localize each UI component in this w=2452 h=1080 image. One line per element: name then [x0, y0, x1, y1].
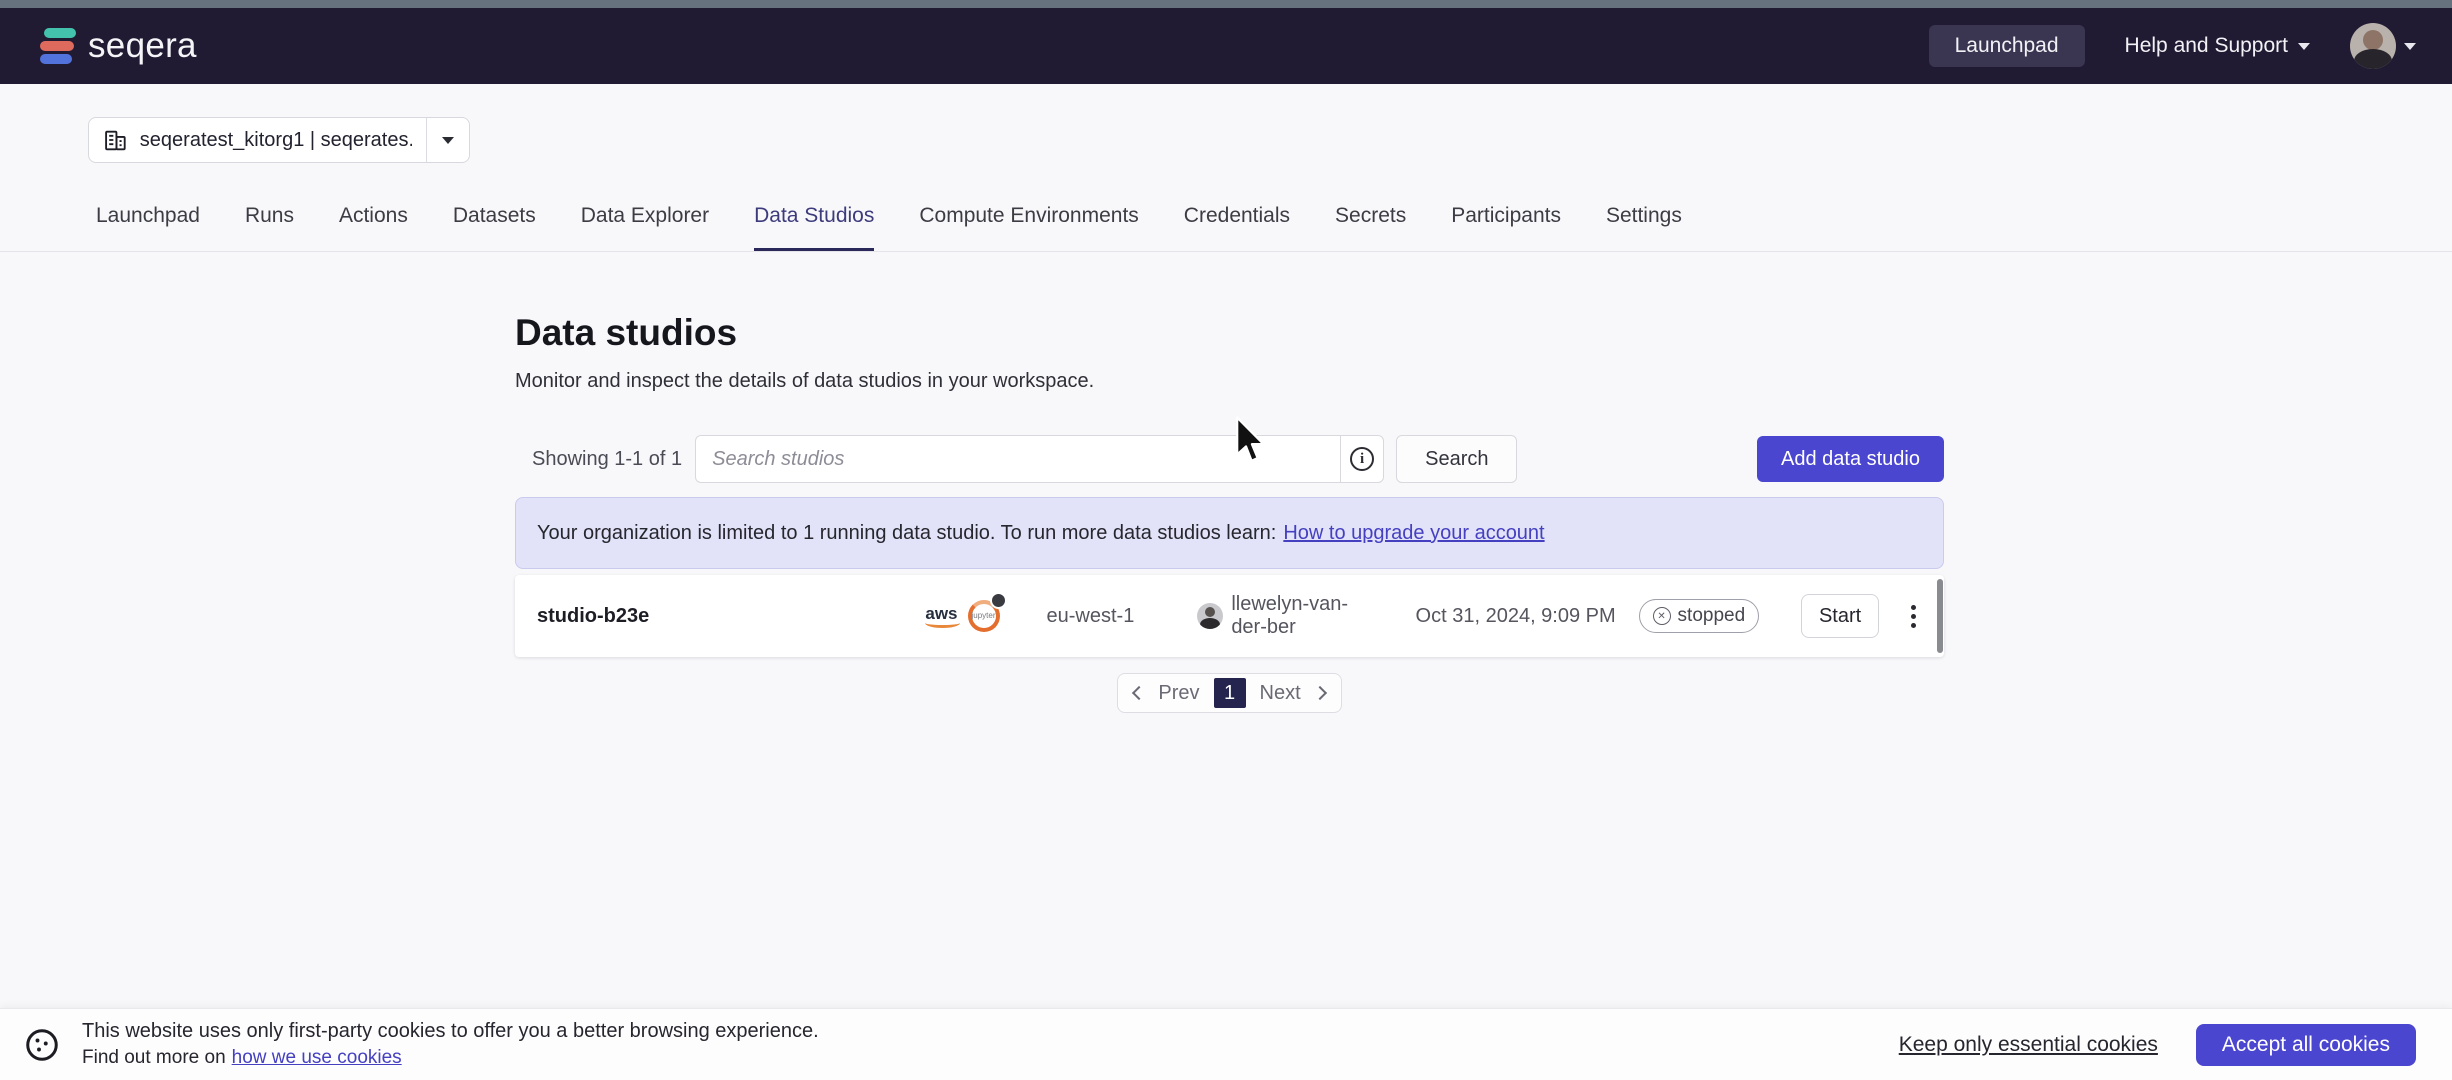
tab-data-explorer[interactable]: Data Explorer: [581, 204, 709, 251]
tab-data-studios[interactable]: Data Studios: [754, 204, 874, 251]
chevron-left-icon[interactable]: [1132, 686, 1146, 700]
chevron-right-icon[interactable]: [1313, 686, 1327, 700]
pagination-prev[interactable]: Prev: [1158, 682, 1199, 705]
tab-settings[interactable]: Settings: [1606, 204, 1682, 251]
launchpad-button[interactable]: Launchpad: [1929, 25, 2085, 67]
aws-icon: aws: [925, 605, 957, 628]
jupyter-icon: jupyter: [966, 598, 1002, 634]
upgrade-account-link[interactable]: How to upgrade your account: [1283, 522, 1544, 545]
studio-provider-icons: aws jupyter: [925, 598, 1001, 634]
studio-name[interactable]: studio-b23e: [537, 605, 925, 628]
limit-banner-text: Your organization is limited to 1 runnin…: [537, 522, 1276, 545]
pagination-current-page[interactable]: 1: [1214, 678, 1246, 708]
status-badge: ✕ stopped: [1639, 599, 1760, 633]
page-subtitle: Monitor and inspect the details of data …: [515, 370, 1944, 393]
tab-launchpad[interactable]: Launchpad: [96, 204, 200, 251]
studio-region: eu-west-1: [1047, 605, 1160, 628]
jupyter-version-badge: [990, 592, 1007, 609]
pagination-next[interactable]: Next: [1260, 682, 1301, 705]
help-and-support-label: Help and Support: [2125, 34, 2288, 58]
workspace-selector-label: seqeratest_kitorg1 | seqerates...: [140, 129, 412, 152]
cookie-message: This website uses only first-party cooki…: [82, 1020, 819, 1043]
search-info-button[interactable]: i: [1340, 435, 1384, 483]
help-and-support-menu[interactable]: Help and Support: [2125, 34, 2310, 58]
avatar: [2350, 23, 2396, 69]
tab-credentials[interactable]: Credentials: [1184, 204, 1290, 251]
cookie-icon: [24, 1027, 60, 1063]
seqera-logo[interactable]: seqera: [40, 23, 197, 69]
cookie-policy-link[interactable]: how we use cookies: [232, 1047, 402, 1068]
table-scrollbar[interactable]: [1937, 579, 1943, 653]
tab-compute-environments[interactable]: Compute Environments: [919, 204, 1138, 251]
start-button[interactable]: Start: [1801, 594, 1879, 638]
row-menu-button[interactable]: [1905, 599, 1922, 634]
cookie-banner: This website uses only first-party cooki…: [0, 1008, 2452, 1080]
studio-date: Oct 31, 2024, 9:09 PM: [1416, 605, 1601, 628]
page-title: Data studios: [515, 312, 1944, 354]
search-button[interactable]: Search: [1396, 435, 1517, 483]
search-group: i: [695, 435, 1384, 483]
brand-name: seqera: [88, 26, 197, 66]
workspace-tabbar: Launchpad Runs Actions Datasets Data Exp…: [0, 196, 2452, 252]
showing-count: Showing 1-1 of 1: [532, 448, 682, 471]
pagination: Prev 1 Next: [1117, 673, 1341, 713]
keep-essential-cookies-link[interactable]: Keep only essential cookies: [1899, 1033, 2158, 1057]
list-controls: Showing 1-1 of 1 i Search Add data studi…: [515, 435, 1944, 483]
top-navbar: seqera Launchpad Help and Support: [0, 8, 2452, 84]
table-row[interactable]: studio-b23e aws jupyter eu-west-1 llewel…: [515, 575, 1944, 657]
add-data-studio-button[interactable]: Add data studio: [1757, 436, 1944, 482]
tab-secrets[interactable]: Secrets: [1335, 204, 1406, 251]
chevron-down-icon: [2298, 43, 2310, 50]
cookie-more-info: Find out more onhow we use cookies: [82, 1047, 819, 1069]
tab-actions[interactable]: Actions: [339, 204, 408, 251]
search-input[interactable]: [695, 435, 1340, 483]
organization-icon: [103, 127, 128, 153]
status-label: stopped: [1678, 605, 1746, 627]
tab-runs[interactable]: Runs: [245, 204, 294, 251]
tab-participants[interactable]: Participants: [1451, 204, 1561, 251]
screen-top-strip: [0, 0, 2452, 8]
studios-table: studio-b23e aws jupyter eu-west-1 llewel…: [515, 575, 1944, 657]
stopped-icon: ✕: [1653, 607, 1671, 625]
screen: seqera Launchpad Help and Support: [0, 0, 2452, 1080]
limit-banner: Your organization is limited to 1 runnin…: [515, 497, 1944, 569]
owner-avatar: [1197, 603, 1223, 629]
seqera-logo-icon: [40, 23, 76, 69]
main-content: Data studios Monitor and inspect the det…: [515, 312, 1944, 713]
chevron-down-icon: [2404, 43, 2416, 50]
user-menu[interactable]: [2350, 23, 2416, 69]
info-icon: i: [1350, 447, 1374, 471]
chevron-down-icon: [442, 137, 454, 144]
owner-name: llewelyn-van-der-ber: [1231, 593, 1378, 639]
tab-datasets[interactable]: Datasets: [453, 204, 536, 251]
studio-owner: llewelyn-van-der-ber: [1197, 593, 1378, 639]
workspace-selector[interactable]: seqeratest_kitorg1 | seqerates...: [88, 117, 470, 163]
accept-all-cookies-button[interactable]: Accept all cookies: [2196, 1024, 2416, 1066]
workspace-selector-caret[interactable]: [427, 137, 469, 144]
